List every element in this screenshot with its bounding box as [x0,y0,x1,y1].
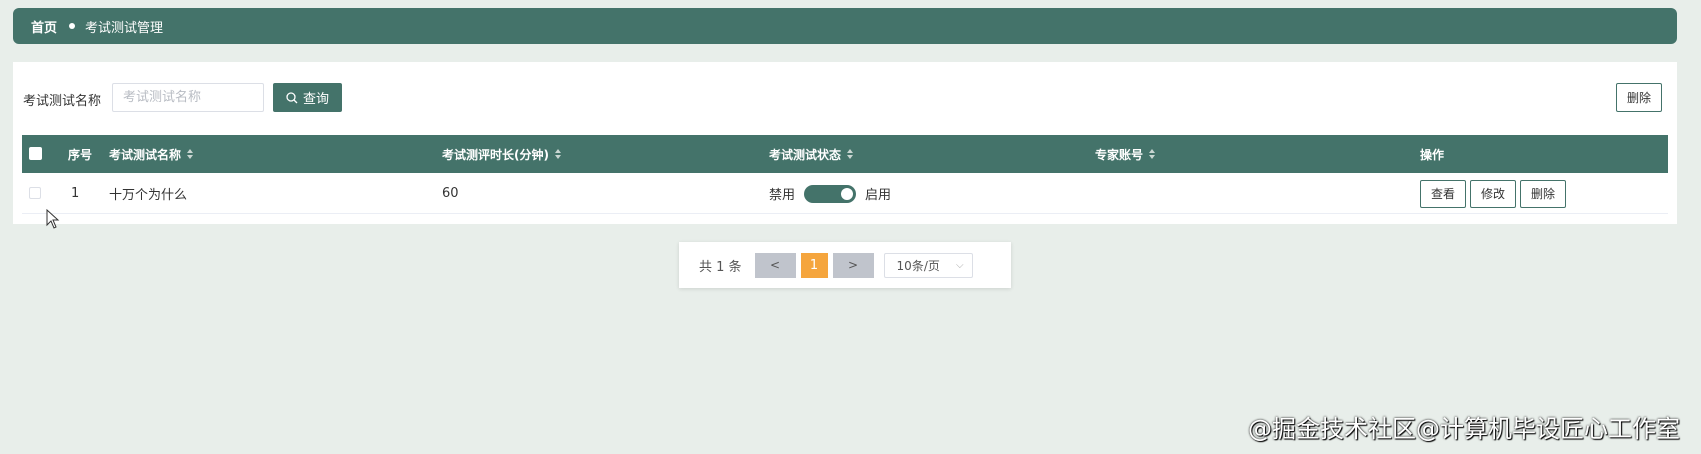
table-header: 序号 考试测试名称 考试测评时长(分钟) 考试测试状态 专家账号 操作 [22,135,1668,173]
status-toggle[interactable] [804,184,857,203]
search-button[interactable]: 查询 [273,83,342,112]
cell-duration: 60 [442,186,459,201]
search-label: 考试测试名称 [23,94,102,109]
sort-icon[interactable] [847,149,854,159]
status-on-label: 启用 [865,188,892,203]
column-header-index: 序号 [68,147,93,162]
select-all-checkbox[interactable] [29,147,42,160]
column-header-expert[interactable]: 专家账号 [1095,135,1156,173]
content-panel: 考试测试名称 查询 删除 序号 考试测试名称 考试测评时长(分钟) 考试测试状态… [13,62,1677,224]
status-off-label: 禁用 [769,188,796,203]
next-page-button[interactable]: > [832,252,874,278]
breadcrumb: 首页 考试测试管理 [13,8,1677,44]
column-header-duration[interactable]: 考试测评时长(分钟) [442,135,561,173]
table-row: 1 十万个为什么 60 禁用 启用 查看 修改 删除 [22,173,1668,214]
cell-index: 1 [71,186,80,201]
column-header-actions: 操作 [1420,147,1445,162]
sort-icon[interactable] [187,149,194,159]
cell-name: 十万个为什么 [109,188,188,203]
search-input[interactable] [112,83,264,112]
column-header-name[interactable]: 考试测试名称 [109,135,194,173]
delete-button[interactable]: 删除 [1520,179,1567,208]
page-size-value: 10条/页 [896,258,940,273]
breadcrumb-home[interactable]: 首页 [31,17,57,36]
page-size-select[interactable]: 10条/页 ⌵ [883,252,973,278]
breadcrumb-separator-icon [69,23,76,29]
watermark: @掘金技术社区@计算机毕设匠心工作室 [1248,415,1680,443]
batch-delete-button[interactable]: 删除 [1616,83,1662,112]
row-checkbox[interactable] [29,187,41,199]
page-number-button[interactable]: 1 [800,252,828,278]
search-button-label: 查询 [302,92,329,107]
search-icon [286,91,298,103]
view-button[interactable]: 查看 [1420,179,1467,208]
chevron-down-icon: ⌵ [955,259,964,271]
breadcrumb-current: 考试测试管理 [85,20,164,36]
sort-icon[interactable] [1149,149,1156,159]
pagination-total: 共 1 条 [699,259,742,275]
edit-button[interactable]: 修改 [1470,179,1517,208]
cell-status: 禁用 启用 [769,173,891,214]
column-header-status[interactable]: 考试测试状态 [769,135,854,173]
prev-page-button[interactable]: < [754,252,796,278]
cell-actions: 查看 修改 删除 [1420,173,1570,214]
mouse-cursor-icon [46,209,60,229]
pagination: 共 1 条 < 1 > 10条/页 ⌵ [679,242,1011,288]
sort-icon[interactable] [554,149,561,159]
